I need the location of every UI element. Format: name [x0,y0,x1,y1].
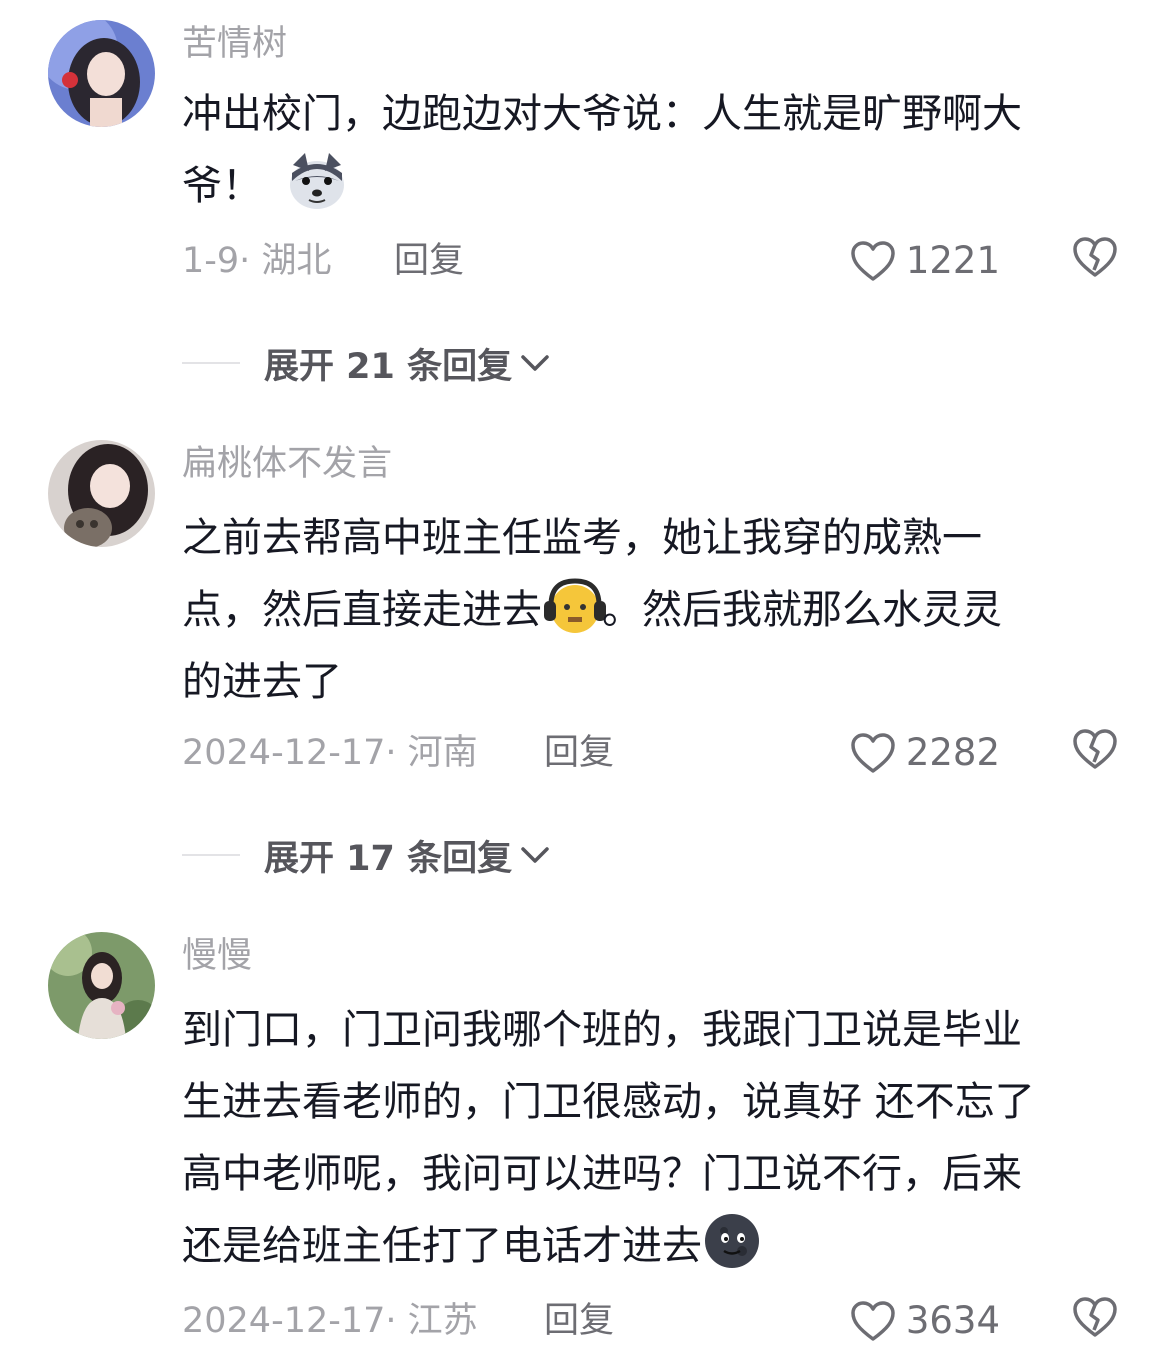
comment-line: 高中老师呢，我问可以进吗？门卫说不行，后来 [182,1151,1022,1197]
comment-line: 爷！ [182,150,1132,222]
comment-meta: 1-9· 湖北 回复 1221 [182,236,1170,286]
dislike-button[interactable] [1072,1296,1118,1338]
like-button[interactable]: 2282 [850,728,1000,778]
broken-heart-icon [1073,729,1117,769]
chevron-down-icon [521,355,549,371]
like-count: 1221 [905,239,1000,282]
reply-button[interactable]: 回复 [544,1296,614,1346]
comment-line-text: 点，然后直接走进去 [182,587,542,633]
comment-line: 点，然后直接走进去 。然后我就那么水灵灵 [182,574,1132,646]
comment-line: 还是给班主任打了电话才进去 [182,1210,1132,1282]
expand-replies-button[interactable]: 展开 21 条回复 [182,338,550,388]
expand-replies-label: 展开 17 条回复 [264,838,513,879]
comment-meta: 2024-12-17· 河南 回复 2282 [182,728,1170,778]
avatar[interactable] [48,932,155,1039]
comment-date-location: 2024-12-17· 河南 [182,733,478,773]
expand-replies-button[interactable]: 展开 17 条回复 [182,830,550,880]
broken-heart-icon [1073,1297,1117,1337]
username[interactable]: 扁桃体不发言 [182,442,392,486]
comment-line-text: 还是给班主任打了电话才进去 [182,1223,702,1269]
heart-icon [851,733,895,773]
like-count: 3634 [905,1299,1000,1342]
divider [182,362,240,364]
husky-emoji-icon [287,151,347,211]
comment-text: 之前去帮高中班主任监考，她让我穿的成熟一 点，然后直接走进去 。然后我就那么水灵… [182,502,1132,718]
avatar[interactable] [48,20,155,127]
reply-button[interactable]: 回复 [394,236,464,286]
comment-line: 冲出校门，边跑边对大爷说：人生就是旷野啊大 [182,91,1022,137]
expand-replies-label: 展开 21 条回复 [264,346,513,387]
dislike-button[interactable] [1072,728,1118,770]
chevron-down-icon [521,847,549,863]
like-button[interactable]: 3634 [850,1296,1000,1346]
comment-line: 的进去了 [182,659,342,705]
like-button[interactable]: 1221 [850,236,1000,286]
comment-date-location: 2024-12-17· 江苏 [182,1301,478,1341]
broken-heart-icon [1073,237,1117,277]
comment-text: 冲出校门，边跑边对大爷说：人生就是旷野啊大 爷！ [182,78,1132,222]
comment-line: 生进去看老师的，门卫很感动，说真好 还不忘了 [182,1079,1035,1125]
comment-line-text: 爷！ [182,163,262,209]
divider [182,854,240,856]
heart-icon [851,241,895,281]
comment-date-location: 1-9· 湖北 [182,241,332,281]
heart-icon [851,1301,895,1341]
comment-line-text: 。然后我就那么水灵灵 [602,587,1002,633]
reply-button[interactable]: 回复 [544,728,614,778]
new-moon-face-emoji-icon [702,1211,762,1271]
comment-line: 之前去帮高中班主任监考，她让我穿的成熟一 [182,515,982,561]
comment-meta: 2024-12-17· 江苏 回复 3634 [182,1296,1170,1346]
username[interactable]: 苦情树 [182,22,287,66]
comment-line: 到门口，门卫问我哪个班的，我跟门卫说是毕业 [182,1007,1022,1053]
avatar[interactable] [48,440,155,547]
comment-text: 到门口，门卫问我哪个班的，我跟门卫说是毕业 生进去看老师的，门卫很感动，说真好 … [182,994,1132,1282]
username[interactable]: 慢慢 [182,934,252,978]
headphone-face-emoji-icon [542,575,606,635]
dislike-button[interactable] [1072,236,1118,278]
like-count: 2282 [905,731,1000,774]
